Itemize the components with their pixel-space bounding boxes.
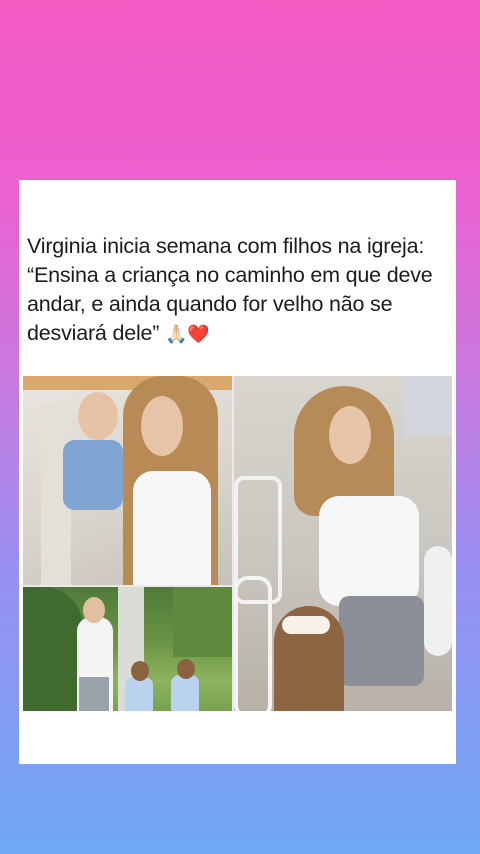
photo-family-outdoors[interactable] (23, 587, 232, 711)
post-caption-text: Virginia inicia semana com filhos na igr… (27, 234, 433, 345)
photo-mother-kneeling-with-daughter[interactable] (234, 376, 452, 711)
photo-mother-with-baby[interactable] (23, 376, 232, 585)
post-card: Virginia inicia semana com filhos na igr… (19, 180, 456, 764)
post-caption: Virginia inicia semana com filhos na igr… (27, 232, 452, 349)
caption-emojis: 🙏🏻❤️ (165, 324, 210, 344)
photo-collage (23, 376, 452, 711)
